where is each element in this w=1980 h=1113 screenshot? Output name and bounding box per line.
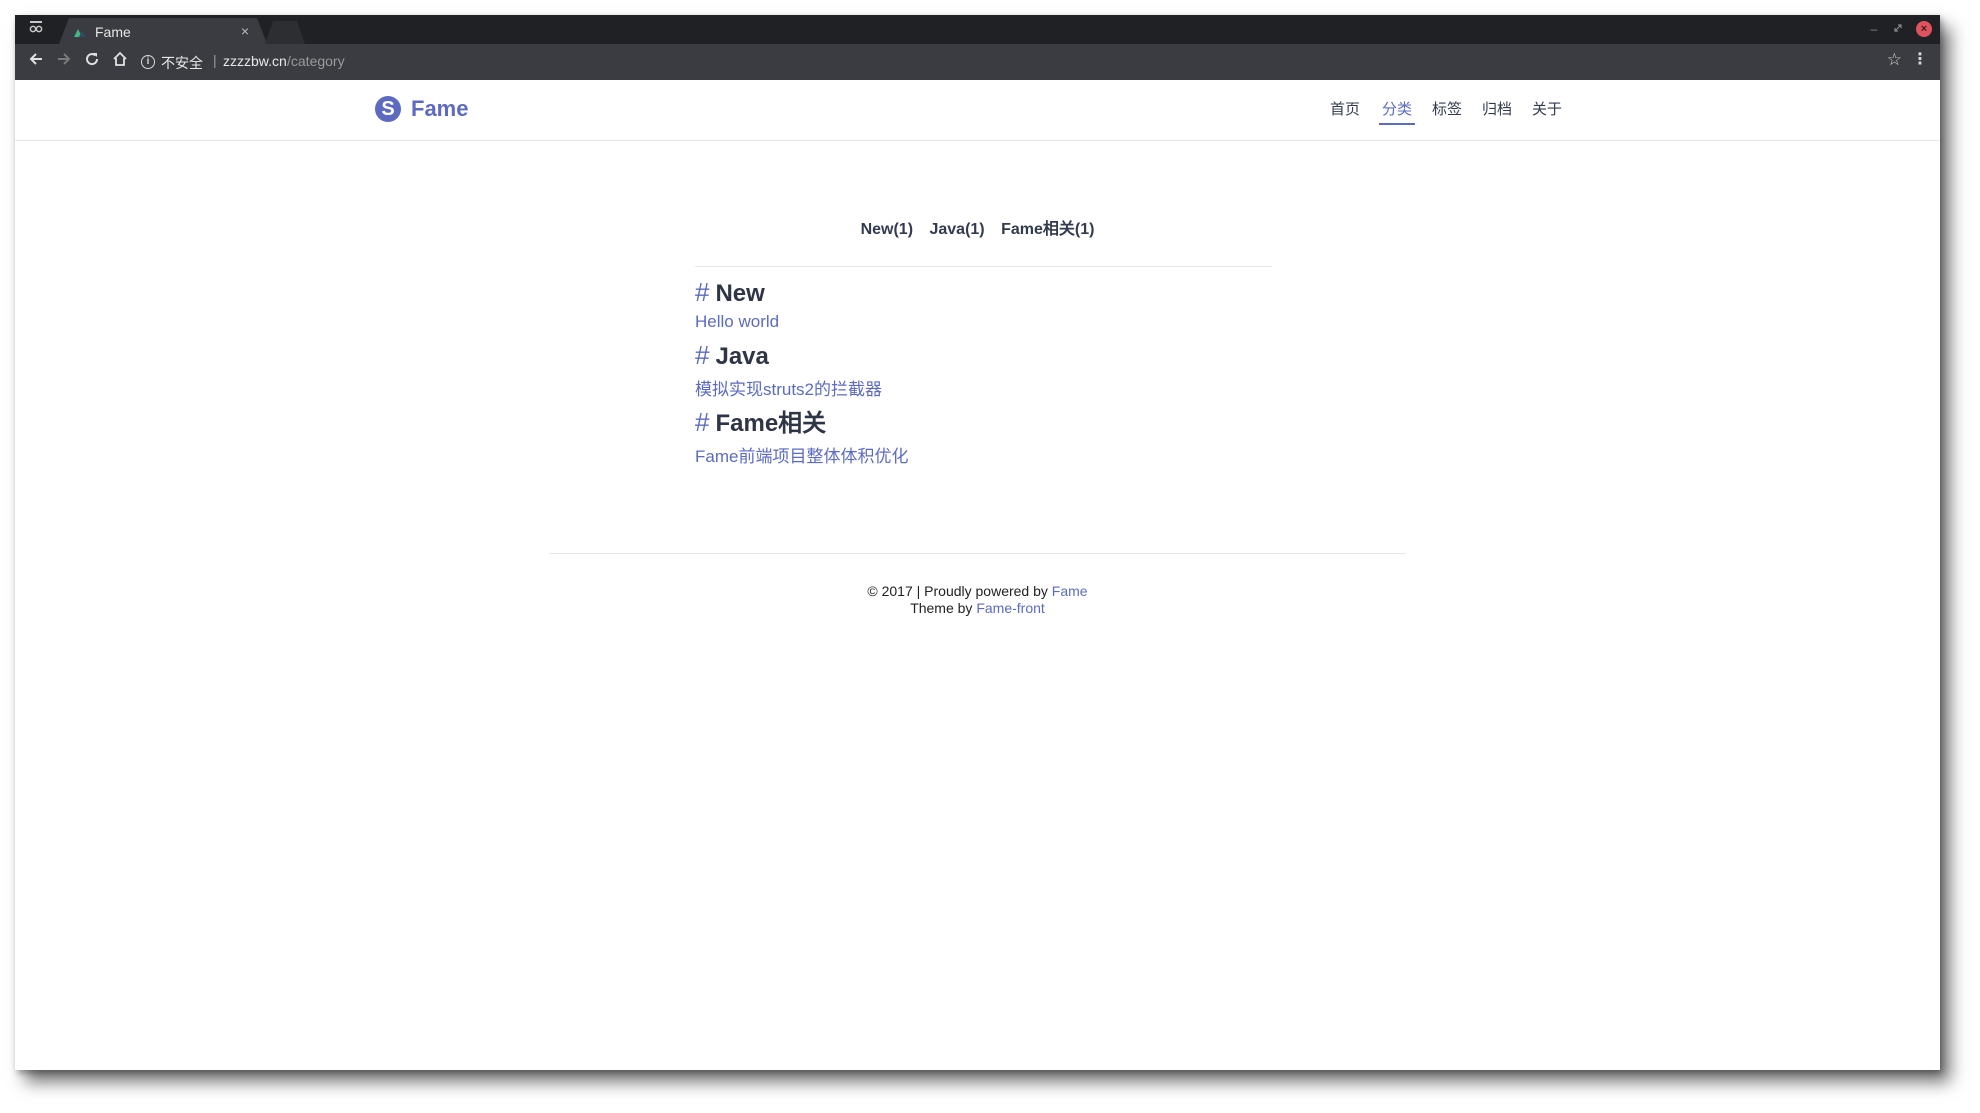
footer-divider [550,553,1405,554]
minimize-icon[interactable]: – [1866,21,1882,37]
category-section: # Java 模拟实现struts2的拦截器 [695,340,882,400]
restore-icon[interactable] [1890,21,1906,37]
footer-line-2: Theme by Fame-front [15,600,1940,617]
security-label: 不安全 [161,55,203,71]
url-separator: | [213,52,217,68]
star-icon[interactable]: ☆ [1887,50,1902,70]
nav-tags[interactable]: 标签 [1432,98,1462,119]
favicon-icon [73,25,87,37]
category-heading: # Java [695,340,882,371]
category-name: Fame相关 [715,410,827,437]
nav-home[interactable]: 首页 [1330,98,1360,119]
category-heading: # Fame相关 [695,403,908,438]
site-header: S Fame 首页 分类 标签 归档 关于 [15,80,1940,141]
home-icon[interactable] [109,51,131,73]
site-footer: © 2017 | Proudly powered by Fame Theme b… [15,583,1940,617]
category-link-fame[interactable]: Fame相关(1) [1001,215,1094,239]
address-bar[interactable]: i 不安全 | zzzzbw.cn /category [139,48,1899,76]
logo-text: Fame [411,96,469,121]
category-name: New [715,280,765,307]
divider [695,266,1272,267]
forward-icon[interactable] [53,51,75,73]
nav-category[interactable]: 分类 [1379,98,1416,125]
category-name: Java [715,343,769,370]
category-link-new[interactable]: New(1) [861,221,913,239]
powered-by-link[interactable]: Fame [1052,583,1088,599]
tab-strip: Fame × – × [15,15,1940,44]
reload-icon[interactable] [81,51,103,73]
post-link[interactable]: Hello world [695,312,779,332]
browser-tab[interactable]: Fame × [59,18,267,44]
back-icon[interactable] [25,51,47,73]
hash-icon: # [695,407,710,437]
new-tab-button[interactable] [265,21,305,44]
menu-icon[interactable]: ⋮ [1912,49,1928,69]
browser-window: Fame × – × i 不安全 | zzzzbw.cn /category ☆… [15,15,1940,1070]
theme-text: Theme by [910,600,973,616]
footer-line-1: © 2017 | Proudly powered by Fame [15,583,1940,600]
hash-icon: # [695,277,710,307]
hash-icon: # [695,340,710,370]
nav-archive[interactable]: 归档 [1482,98,1512,119]
url-host: zzzzbw.cn [223,53,287,69]
category-links: New(1) Java(1) Fame相关(1) [15,215,1940,239]
category-link-java[interactable]: Java(1) [929,221,984,239]
tab-close-icon[interactable]: × [241,23,249,39]
browser-toolbar: i 不安全 | zzzzbw.cn /category ☆ ⋮ [15,44,1940,80]
category-section: # Fame相关 Fame前端项目整体体积优化 [695,403,908,467]
page: S Fame 首页 分类 标签 归档 关于 New(1) Java(1) Fam… [15,80,1940,1070]
theme-link[interactable]: Fame-front [976,600,1044,616]
tab-menu-icon[interactable] [25,20,47,40]
copyright-text: © 2017 | Proudly powered by [867,583,1048,599]
category-heading: # New [695,277,779,308]
logo-icon: S [375,96,401,122]
category-section: # New Hello world [695,277,779,332]
nav-about[interactable]: 关于 [1532,98,1562,119]
post-link[interactable]: 模拟实现struts2的拦截器 [695,375,882,400]
post-link[interactable]: Fame前端项目整体体积优化 [695,442,908,467]
url-path: /category [287,53,345,69]
window-close-icon[interactable]: × [1916,21,1932,37]
info-icon[interactable]: i [141,55,155,69]
tab-title: Fame [95,24,131,40]
